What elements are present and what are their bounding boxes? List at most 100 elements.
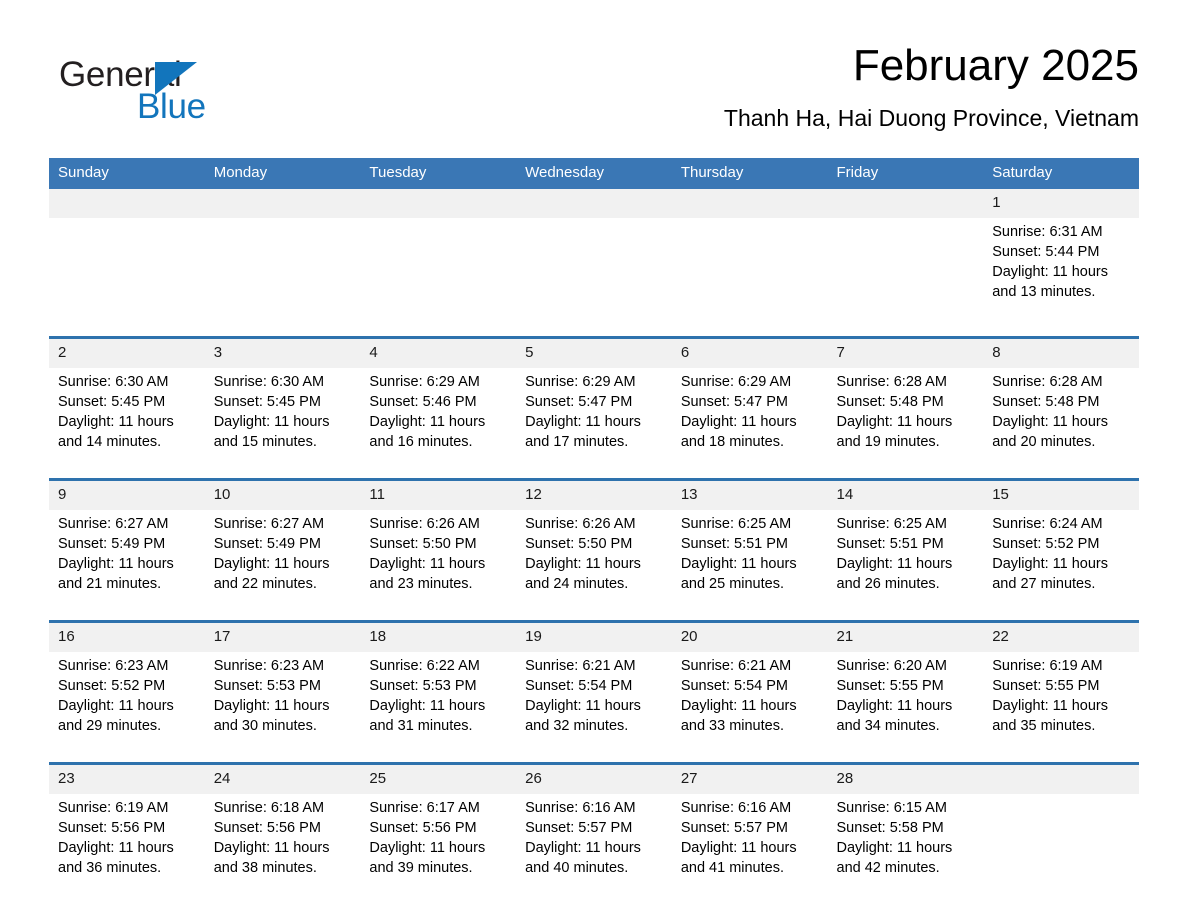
week-2-detail-row: Sunrise: 6:30 AM Sunset: 5:45 PM Dayligh…: [49, 368, 1139, 478]
day-cell-detail[interactable]: [827, 218, 984, 336]
location-subtitle: Thanh Ha, Hai Duong Province, Vietnam: [723, 105, 1139, 131]
daylight-text-line2: and 26 minutes.: [836, 576, 940, 592]
day-cell-detail[interactable]: Sunrise: 6:22 AM Sunset: 5:53 PM Dayligh…: [360, 652, 517, 762]
day-cell-detail[interactable]: Sunrise: 6:23 AM Sunset: 5:53 PM Dayligh…: [204, 652, 361, 762]
sunrise-text: Sunrise: 6:27 AM: [213, 516, 325, 532]
day-cell-detail[interactable]: Sunrise: 6:24 AM Sunset: 5:52 PM Dayligh…: [983, 510, 1139, 620]
day-cell-detail[interactable]: Sunrise: 6:29 AM Sunset: 5:46 PM Dayligh…: [360, 368, 517, 478]
day-cell-detail[interactable]: [516, 218, 672, 336]
day-cell-number[interactable]: 2: [49, 339, 205, 368]
day-cell-detail[interactable]: Sunrise: 6:15 AM Sunset: 5:58 PM Dayligh…: [827, 794, 984, 904]
day-cell-detail[interactable]: Sunrise: 6:21 AM Sunset: 5:54 PM Dayligh…: [671, 652, 828, 762]
day-cell-detail[interactable]: Sunrise: 6:26 AM Sunset: 5:50 PM Dayligh…: [516, 510, 672, 620]
sunset-text: Sunset: 5:47 PM: [680, 394, 789, 410]
day-cell-detail[interactable]: Sunrise: 6:29 AM Sunset: 5:47 PM Dayligh…: [671, 368, 828, 478]
day-cell-number[interactable]: 14: [827, 481, 984, 510]
day-cell-detail[interactable]: Sunrise: 6:17 AM Sunset: 5:56 PM Dayligh…: [360, 794, 517, 904]
day-cell-number[interactable]: 15: [983, 481, 1139, 510]
sunrise-text: Sunrise: 6:26 AM: [369, 516, 480, 532]
day-cell-number[interactable]: 22: [983, 623, 1139, 652]
day-cell-number[interactable]: 21: [827, 623, 984, 652]
day-cell-number[interactable]: 28: [827, 765, 984, 794]
day-cell-detail[interactable]: Sunrise: 6:27 AM Sunset: 5:49 PM Dayligh…: [204, 510, 361, 620]
day-cell-detail[interactable]: [204, 218, 361, 336]
daylight-text-line2: and 39 minutes.: [369, 860, 473, 876]
day-cell-number[interactable]: [983, 765, 1139, 794]
day-cell-number[interactable]: [671, 189, 828, 218]
day-cell-number[interactable]: 13: [671, 481, 828, 510]
day-cell-number[interactable]: [827, 189, 984, 218]
day-cell-number[interactable]: 11: [360, 481, 517, 510]
day-cell-detail[interactable]: Sunrise: 6:25 AM Sunset: 5:51 PM Dayligh…: [671, 510, 828, 620]
daylight-text-line2: and 17 minutes.: [525, 434, 629, 450]
day-cell-detail[interactable]: [671, 218, 828, 336]
day-cell-detail[interactable]: Sunrise: 6:20 AM Sunset: 5:55 PM Dayligh…: [827, 652, 984, 762]
daylight-text-line1: Daylight: 11 hours: [213, 840, 330, 856]
day-cell-detail[interactable]: Sunrise: 6:28 AM Sunset: 5:48 PM Dayligh…: [983, 368, 1139, 478]
day-cell-number[interactable]: 5: [516, 339, 672, 368]
sunrise-text: Sunrise: 6:21 AM: [525, 658, 636, 674]
day-cell-detail[interactable]: Sunrise: 6:29 AM Sunset: 5:47 PM Dayligh…: [516, 368, 672, 478]
day-cell-number[interactable]: 25: [360, 765, 517, 794]
day-cell-number[interactable]: 4: [360, 339, 517, 368]
general-blue-logo: General Blue: [59, 55, 299, 135]
day-cell-number[interactable]: 10: [204, 481, 361, 510]
day-cell-detail[interactable]: Sunrise: 6:31 AM Sunset: 5:44 PM Dayligh…: [983, 218, 1139, 336]
day-cell-detail[interactable]: Sunrise: 6:19 AM Sunset: 5:55 PM Dayligh…: [983, 652, 1139, 762]
day-cell-detail[interactable]: [360, 218, 517, 336]
week-3-detail-row: Sunrise: 6:27 AM Sunset: 5:49 PM Dayligh…: [49, 510, 1139, 620]
day-cell-number[interactable]: [204, 189, 361, 218]
day-cell-number[interactable]: [360, 189, 517, 218]
day-cell-number[interactable]: 18: [360, 623, 517, 652]
sunset-text: Sunset: 5:53 PM: [369, 678, 477, 694]
daylight-text-line1: Daylight: 11 hours: [213, 556, 330, 572]
sunset-text: Sunset: 5:45 PM: [213, 394, 321, 410]
day-cell-detail[interactable]: [49, 218, 205, 336]
daylight-text-line1: Daylight: 11 hours: [680, 414, 797, 430]
day-cell-detail[interactable]: Sunrise: 6:18 AM Sunset: 5:56 PM Dayligh…: [204, 794, 361, 904]
daylight-text-line1: Daylight: 11 hours: [836, 840, 953, 856]
day-cell-number[interactable]: [49, 189, 205, 218]
day-cell-number[interactable]: 26: [516, 765, 672, 794]
day-cell-detail[interactable]: Sunrise: 6:30 AM Sunset: 5:45 PM Dayligh…: [204, 368, 361, 478]
sunrise-text: Sunrise: 6:29 AM: [525, 374, 636, 390]
sunrise-text: Sunrise: 6:15 AM: [836, 800, 947, 816]
sunset-text: Sunset: 5:45 PM: [58, 394, 166, 410]
day-cell-detail[interactable]: Sunrise: 6:16 AM Sunset: 5:57 PM Dayligh…: [671, 794, 828, 904]
day-cell-number[interactable]: 20: [671, 623, 828, 652]
sunset-text: Sunset: 5:53 PM: [213, 678, 321, 694]
day-cell-detail[interactable]: Sunrise: 6:27 AM Sunset: 5:49 PM Dayligh…: [49, 510, 205, 620]
day-cell-number[interactable]: 7: [827, 339, 984, 368]
day-cell-number[interactable]: 1: [983, 189, 1139, 218]
day-cell-number[interactable]: 23: [49, 765, 205, 794]
day-cell-detail[interactable]: Sunrise: 6:26 AM Sunset: 5:50 PM Dayligh…: [360, 510, 517, 620]
weekday-header-tuesday: Tuesday: [360, 158, 517, 189]
day-cell-number[interactable]: 9: [49, 481, 205, 510]
day-cell-number[interactable]: 17: [204, 623, 361, 652]
day-cell-number[interactable]: [516, 189, 672, 218]
day-cell-detail[interactable]: Sunrise: 6:16 AM Sunset: 5:57 PM Dayligh…: [516, 794, 672, 904]
day-cell-detail[interactable]: Sunrise: 6:25 AM Sunset: 5:51 PM Dayligh…: [827, 510, 984, 620]
day-cell-number[interactable]: 19: [516, 623, 672, 652]
day-cell-detail[interactable]: Sunrise: 6:19 AM Sunset: 5:56 PM Dayligh…: [49, 794, 205, 904]
day-cell-detail[interactable]: Sunrise: 6:23 AM Sunset: 5:52 PM Dayligh…: [49, 652, 205, 762]
day-cell-number[interactable]: 6: [671, 339, 828, 368]
sunrise-text: Sunrise: 6:25 AM: [836, 516, 947, 532]
daylight-text-line1: Daylight: 11 hours: [992, 556, 1109, 572]
day-cell-detail[interactable]: [983, 794, 1139, 904]
daylight-text-line2: and 30 minutes.: [213, 718, 317, 734]
day-cell-number[interactable]: 24: [204, 765, 361, 794]
day-cell-detail[interactable]: Sunrise: 6:28 AM Sunset: 5:48 PM Dayligh…: [827, 368, 984, 478]
daylight-text-line1: Daylight: 11 hours: [58, 414, 174, 430]
sunset-text: Sunset: 5:48 PM: [836, 394, 944, 410]
day-cell-number[interactable]: 3: [204, 339, 361, 368]
day-cell-number[interactable]: 12: [516, 481, 672, 510]
sunset-text: Sunset: 5:51 PM: [836, 536, 944, 552]
sunset-text: Sunset: 5:44 PM: [992, 244, 1100, 260]
sunrise-text: Sunrise: 6:26 AM: [525, 516, 636, 532]
day-cell-number[interactable]: 16: [49, 623, 205, 652]
day-cell-number[interactable]: 27: [671, 765, 828, 794]
day-cell-number[interactable]: 8: [983, 339, 1139, 368]
day-cell-detail[interactable]: Sunrise: 6:21 AM Sunset: 5:54 PM Dayligh…: [516, 652, 672, 762]
day-cell-detail[interactable]: Sunrise: 6:30 AM Sunset: 5:45 PM Dayligh…: [49, 368, 205, 478]
